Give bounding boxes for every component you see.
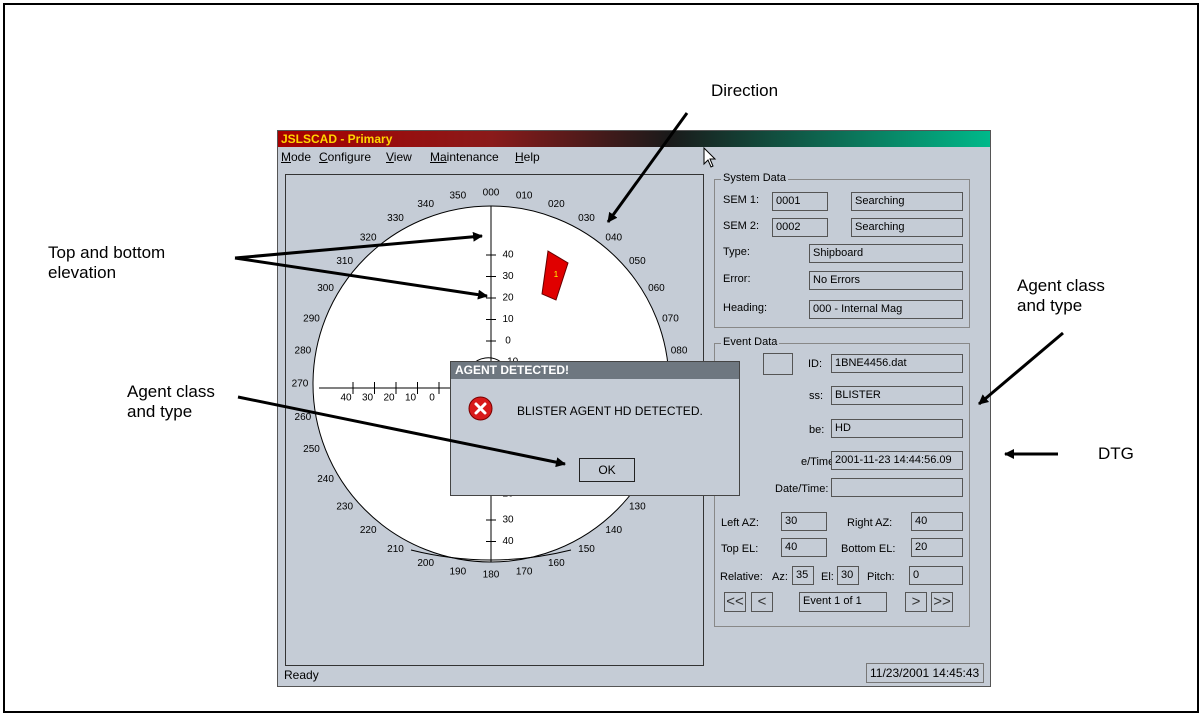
direction-arrow xyxy=(606,112,689,223)
annotation-arrows xyxy=(234,112,1064,468)
agent-right-arrow xyxy=(978,331,1064,406)
elevation-bottom-arrow xyxy=(234,256,488,300)
agent-left-arrow xyxy=(237,395,566,468)
elevation-top-arrow xyxy=(234,231,483,260)
